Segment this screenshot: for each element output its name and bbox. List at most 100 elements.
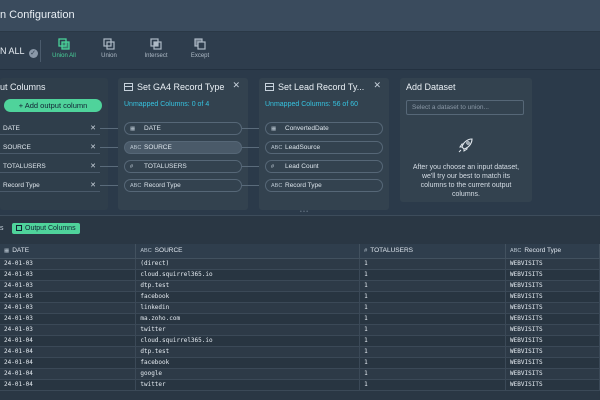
remove-icon[interactable]: ✕ [90, 122, 96, 135]
calendar-icon: ▦ [130, 126, 136, 132]
table-header-row: ▦ DATE ABC SOURCE # TOTALUSERS ABC Record Ty… [0, 244, 600, 259]
window-title: n Configuration [0, 9, 75, 21]
text-type-icon: ABC [140, 248, 152, 255]
output-columns-tab-label: Output Columns [25, 225, 76, 232]
table-row[interactable]: 24-01-03 twitter 1 WEBVISITS [0, 324, 600, 336]
column-header-date[interactable]: ▦ DATE [0, 244, 137, 259]
output-column-row[interactable]: DATE ✕ [0, 122, 100, 135]
ga4-field-pill[interactable]: ABC SOURCE [124, 141, 242, 154]
column-header-record-type[interactable]: ABC Record Type [505, 244, 600, 259]
cell-record-type: WEBVISITS [505, 379, 600, 391]
cell-totalusers: 1 [359, 280, 507, 292]
add-dataset-description: After you choose an input dataset, we'll… [412, 164, 520, 198]
table-icon [124, 83, 133, 91]
output-columns-panel: ut Columns + Add output column DATE ✕ SOU… [0, 78, 108, 210]
cell-record-type: WEBVISITS [505, 357, 600, 369]
cell-totalusers: 1 [359, 368, 507, 380]
cell-source: linkedin [135, 302, 361, 314]
table-row[interactable]: 24-01-03 ma.zoho.com 1 WEBVISITS [0, 313, 600, 325]
union-all-label: Union All [52, 53, 76, 59]
close-icon[interactable]: ✕ [373, 80, 381, 91]
column-header-source[interactable]: ABC SOURCE [135, 244, 361, 259]
intersect-button[interactable]: Intersect [134, 38, 178, 59]
table-row[interactable]: 24-01-04 dtp.test 1 WEBVISITS [0, 346, 600, 358]
ga4-field-pill[interactable]: ABC Record Type [124, 179, 242, 192]
results-side-label: s [0, 225, 4, 232]
remove-icon[interactable]: ✕ [90, 160, 96, 173]
dataset-select-input[interactable]: Select a dataset to union... [406, 100, 524, 115]
field-label: LeadSource [285, 144, 321, 151]
cell-totalusers: 1 [359, 258, 507, 270]
remove-icon[interactable]: ✕ [90, 179, 96, 192]
lead-field-pill[interactable]: ▦ ConvertedDate [265, 122, 383, 135]
table-row[interactable]: 24-01-03 (direct) 1 WEBVISITS [0, 258, 600, 270]
except-button[interactable]: Except [178, 38, 222, 59]
add-dataset-panel: Add Dataset Select a dataset to union...… [400, 78, 532, 202]
output-column-label: Record Type [3, 182, 40, 189]
table-row[interactable]: 24-01-03 linkedin 1 WEBVISITS [0, 302, 600, 314]
ga4-title-text: Set GA4 Record Type [137, 82, 225, 92]
table-row[interactable]: 24-01-03 dtp.test 1 WEBVISITS [0, 280, 600, 292]
close-icon[interactable]: ✕ [232, 80, 240, 91]
intersect-label: Intersect [144, 53, 168, 59]
add-output-column-button[interactable]: + Add output column [4, 99, 102, 112]
column-header-label: TOTALUSERS [370, 247, 413, 255]
results-table: ▦ DATE ABC SOURCE # TOTALUSERS ABC Record Ty… [0, 244, 600, 391]
ga4-field-pill[interactable]: # TOTALUSERS [124, 160, 242, 173]
cell-totalusers: 1 [359, 324, 507, 336]
cell-totalusers: 1 [359, 346, 507, 358]
table-row[interactable]: 24-01-04 twitter 1 WEBVISITS [0, 379, 600, 391]
results-panel: s Output Columns ▦ DATE ABC SOURCE # TOTALU… [0, 215, 600, 400]
cell-record-type: WEBVISITS [505, 269, 600, 281]
cell-source: (direct) [135, 258, 361, 270]
lead-field-pill[interactable]: # Lead Count [265, 160, 383, 173]
union-all-button[interactable]: Union All [42, 38, 86, 59]
field-label: Lead Count [285, 163, 319, 170]
cell-date: 24-01-04 [0, 357, 137, 369]
add-dataset-title: Add Dataset [406, 82, 456, 92]
table-row[interactable]: 24-01-04 cloud.squirrel365.io 1 WEBVISITS [0, 335, 600, 347]
cell-record-type: WEBVISITS [505, 291, 600, 303]
text-type-icon: ABC [130, 145, 142, 151]
table-row[interactable]: 24-01-04 google 1 WEBVISITS [0, 368, 600, 380]
output-column-row[interactable]: Record Type ✕ [0, 179, 100, 192]
text-type-icon: ABC [271, 183, 283, 189]
calendar-icon: ▦ [271, 126, 277, 132]
output-column-row[interactable]: TOTALUSERS ✕ [0, 160, 100, 173]
run-all-toggle[interactable]: N ALL ✓ [0, 46, 38, 58]
table-row[interactable]: 24-01-03 facebook 1 WEBVISITS [0, 291, 600, 303]
lead-unmapped-count[interactable]: Unmapped Columns: 56 of 60 [265, 101, 358, 108]
cell-record-type: WEBVISITS [505, 302, 600, 314]
title-bar: n Configuration [0, 0, 600, 32]
lead-field-pill[interactable]: ABC LeadSource [265, 141, 383, 154]
lead-field-pill[interactable]: ABC Record Type [265, 179, 383, 192]
cell-totalusers: 1 [359, 357, 507, 369]
table-row[interactable]: 24-01-03 cloud.squirrel365.io 1 WEBVISITS [0, 269, 600, 281]
column-header-totalusers[interactable]: # TOTALUSERS [359, 244, 507, 259]
cell-source: dtp.test [135, 346, 361, 358]
remove-icon[interactable]: ✕ [90, 141, 96, 154]
column-header-label: SOURCE [154, 247, 183, 255]
cell-date: 24-01-04 [0, 368, 137, 380]
ga4-field-pill[interactable]: ▦ DATE [124, 122, 242, 135]
output-columns-title: ut Columns [0, 82, 46, 92]
output-column-row[interactable]: SOURCE ✕ [0, 141, 100, 154]
cell-date: 24-01-04 [0, 335, 137, 347]
cell-source: dtp.test [135, 280, 361, 292]
cell-totalusers: 1 [359, 313, 507, 325]
cell-totalusers: 1 [359, 269, 507, 281]
cell-totalusers: 1 [359, 302, 507, 314]
text-type-icon: ABC [510, 248, 522, 255]
ga4-unmapped-count[interactable]: Unmapped Columns: 0 of 4 [124, 101, 209, 108]
table-row[interactable]: 24-01-04 facebook 1 WEBVISITS [0, 357, 600, 369]
cell-record-type: WEBVISITS [505, 346, 600, 358]
column-header-label: DATE [12, 247, 30, 255]
text-type-icon: ABC [130, 183, 142, 189]
toolbar: N ALL ✓ Union All Union Intersect Except [0, 32, 600, 70]
number-type-icon: # [130, 164, 134, 170]
output-columns-tab[interactable]: Output Columns [12, 223, 80, 234]
union-button[interactable]: Union [87, 38, 131, 59]
text-type-icon: ABC [271, 145, 283, 151]
column-header-label: Record Type [524, 247, 562, 255]
field-label: Record Type [285, 182, 322, 189]
